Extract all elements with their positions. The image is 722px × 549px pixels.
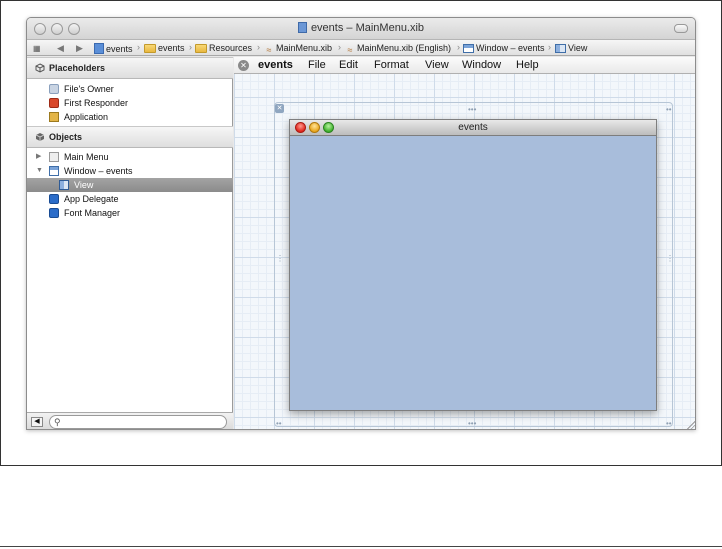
toolbar-toggle-button[interactable] xyxy=(674,24,688,33)
chevron-right-icon: › xyxy=(189,42,192,52)
menu-item-edit[interactable]: Edit xyxy=(339,57,358,73)
chevron-right-icon: › xyxy=(137,42,140,52)
breadcrumb-label: MainMenu.xib (English) xyxy=(357,43,452,53)
breadcrumb-folder-resources[interactable]: Resources xyxy=(195,43,252,54)
designed-window-titlebar[interactable]: events xyxy=(290,120,656,136)
close-icon[interactable]: ✕ xyxy=(275,104,284,113)
outline-item-app-delegate[interactable]: App Delegate xyxy=(27,192,233,206)
menu-item-window[interactable]: Window xyxy=(462,57,501,73)
outline-item-files-owner[interactable]: File's Owner xyxy=(27,82,233,96)
related-items-icon[interactable]: ▦ xyxy=(33,43,41,54)
chevron-right-icon: › xyxy=(457,42,460,52)
blue-cube-icon xyxy=(49,208,59,218)
window-icon xyxy=(463,44,474,53)
disclosure-triangle-icon[interactable]: ▶ xyxy=(36,150,41,164)
breadcrumb-label: events xyxy=(158,43,185,53)
folder-icon xyxy=(195,44,207,53)
disclosure-triangle-open-icon[interactable]: ▼ xyxy=(36,164,43,178)
breadcrumb-project[interactable]: events xyxy=(94,43,133,54)
menu-item-events[interactable]: events xyxy=(258,57,293,73)
first-responder-icon xyxy=(49,98,59,108)
folder-icon xyxy=(144,44,156,53)
close-icon[interactable]: ✕ xyxy=(238,60,249,71)
outline-item-label: Window – events xyxy=(64,166,133,176)
resize-handle-bottom-left[interactable]: •• xyxy=(276,420,282,428)
content-view[interactable] xyxy=(290,136,656,410)
menu-icon xyxy=(49,152,59,162)
back-arrow-icon[interactable]: ◀ xyxy=(57,43,64,54)
xcode-window: events – MainMenu.xib ▦ ◀ ▶ events › eve… xyxy=(26,17,696,430)
breadcrumb-label: Window – events xyxy=(476,43,545,53)
placeholders-title: Placeholders xyxy=(49,63,106,73)
cube-icon xyxy=(35,133,45,141)
outline-item-label: Application xyxy=(64,112,109,122)
breadcrumb-xib[interactable]: ≈ MainMenu.xib xyxy=(264,43,333,55)
blue-cube-icon xyxy=(49,194,59,204)
outline-item-label: Font Manager xyxy=(64,208,121,218)
forward-arrow-icon[interactable]: ▶ xyxy=(76,43,83,54)
breadcrumb-label: events xyxy=(106,44,133,54)
objects-header[interactable]: Objects xyxy=(27,126,233,148)
resize-handle-left[interactable]: ⋮ xyxy=(276,255,284,263)
cube-outline-icon xyxy=(49,84,59,94)
project-icon xyxy=(94,43,104,54)
view-icon xyxy=(555,44,566,53)
resize-handle-top-right[interactable]: •• xyxy=(666,106,672,114)
window-title: events – MainMenu.xib xyxy=(27,22,695,34)
outline-item-view[interactable]: View xyxy=(27,178,233,192)
designed-window[interactable]: events xyxy=(289,119,657,411)
outline-item-label: First Responder xyxy=(64,98,129,108)
resize-handle-top[interactable]: ••• xyxy=(468,106,476,114)
resize-handle-right[interactable]: ⋮ xyxy=(666,255,674,263)
outline-item-font-manager[interactable]: Font Manager xyxy=(27,206,233,220)
menu-item-file[interactable]: File xyxy=(308,57,326,73)
breadcrumb-view[interactable]: View xyxy=(555,43,587,54)
resize-handle-bottom[interactable]: ••• xyxy=(468,420,476,428)
outline-filter-input[interactable]: ⚲ xyxy=(49,415,227,429)
menu-item-help[interactable]: Help xyxy=(516,57,539,73)
document-outline: Placeholders File's Owner First Responde… xyxy=(27,57,233,429)
hide-outline-button[interactable]: ◀ xyxy=(31,417,43,427)
designed-window-title: events xyxy=(458,122,488,133)
main-menu-bar: ✕ events File Edit Format View Window He… xyxy=(234,57,695,74)
breadcrumb-folder-events[interactable]: events xyxy=(144,43,185,54)
objects-title: Objects xyxy=(49,132,83,142)
outline-item-main-menu[interactable]: ▶ Main Menu xyxy=(27,150,233,164)
outline-item-application[interactable]: Application xyxy=(27,110,233,124)
menu-item-view[interactable]: View xyxy=(425,57,449,73)
outline-item-first-responder[interactable]: First Responder xyxy=(27,96,233,110)
breadcrumb-window[interactable]: Window – events xyxy=(463,43,545,54)
outline-item-label: App Delegate xyxy=(64,194,119,204)
outline-filter-bar: ◀ ⚲ xyxy=(27,412,233,429)
resize-grip-icon[interactable] xyxy=(686,420,695,429)
outline-item-window[interactable]: ▼ Window – events xyxy=(27,164,233,178)
xib-icon: ≈ xyxy=(347,45,353,55)
outline-item-label: Main Menu xyxy=(64,152,109,162)
breadcrumb-label: View xyxy=(568,43,588,53)
window-icon xyxy=(49,166,59,176)
breadcrumb-label: MainMenu.xib xyxy=(276,43,333,53)
chevron-right-icon: › xyxy=(257,42,260,52)
window-title-text: events – MainMenu.xib xyxy=(310,22,425,34)
title-bar[interactable]: events – MainMenu.xib xyxy=(27,18,695,39)
chevron-right-icon: › xyxy=(548,42,551,52)
search-icon: ⚲ xyxy=(54,417,61,427)
chevron-right-icon: › xyxy=(338,42,341,52)
resize-handle-bottom-right[interactable]: •• xyxy=(666,420,672,428)
breadcrumb-label: Resources xyxy=(209,43,253,53)
menu-item-format[interactable]: Format xyxy=(374,57,409,73)
interface-builder-canvas[interactable]: ✕ events File Edit Format View Window He… xyxy=(234,57,695,429)
outline-item-label: View xyxy=(74,180,94,190)
view-icon xyxy=(59,180,69,190)
breadcrumb-xib-english[interactable]: ≈ MainMenu.xib (English) xyxy=(345,43,452,55)
cube-outline-icon xyxy=(35,63,45,73)
outline-item-label: File's Owner xyxy=(64,84,114,94)
app-icon xyxy=(49,112,59,122)
document-icon xyxy=(297,22,307,33)
xib-icon: ≈ xyxy=(266,45,272,55)
placeholders-header[interactable]: Placeholders xyxy=(27,57,233,79)
bottom-rule xyxy=(0,546,722,547)
jump-bar: ▦ ◀ ▶ events › events › Resources › ≈ Mai… xyxy=(27,39,695,56)
